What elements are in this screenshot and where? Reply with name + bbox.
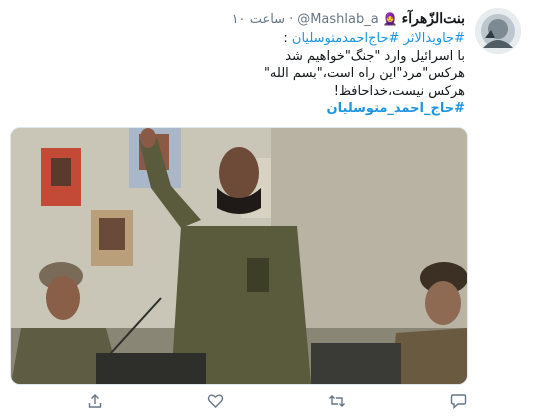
avatar[interactable] <box>475 8 521 54</box>
tweet-line: #حاج_احمد_متوسلیان <box>45 100 465 118</box>
timestamp[interactable]: ۱۰ ساعت <box>232 12 286 27</box>
tweet-line: با اسرائیل وارد "جنگ"خواهیم شد <box>45 48 465 66</box>
user-handle[interactable]: @Mashlab_a <box>297 12 379 27</box>
retweet-icon[interactable] <box>326 390 348 412</box>
text-segment: : <box>283 31 292 46</box>
hashtag-link[interactable]: #حاج_احمد_متوسلیان <box>327 101 465 116</box>
like-icon[interactable] <box>204 390 226 412</box>
tweet-header: بنت‌الزّهرآء 🧕 @Mashlab_a · ۱۰ ساعت <box>232 11 465 27</box>
tweet-line: #جاویدالاثر #حاج‌احمدمتوسلیان : <box>45 30 465 48</box>
text-segment: با اسرائیل وارد "جنگ"خواهیم شد <box>285 48 465 64</box>
hashtag-link[interactable]: #جاویدالاثر <box>404 31 465 46</box>
reply-icon[interactable] <box>447 390 469 412</box>
tweet-card[interactable]: بنت‌الزّهرآء 🧕 @Mashlab_a · ۱۰ ساعت #جاو… <box>0 0 533 418</box>
share-icon[interactable] <box>84 390 106 412</box>
text-segment: هرکس نیست،خداحافظ! <box>333 83 465 99</box>
tweet-text: #جاویدالاثر #حاج‌احمدمتوسلیان : با اسرائ… <box>45 30 465 118</box>
display-name[interactable]: بنت‌الزّهرآء <box>402 11 465 27</box>
tweet-line: هرکس"مرد"این راه است،"بسم الله" <box>45 65 465 83</box>
tweet-photo[interactable] <box>10 127 468 385</box>
hashtag-link[interactable]: #حاج‌احمدمتوسلیان <box>292 31 400 46</box>
tweet-line: هرکس نیست،خداحافظ! <box>45 83 465 101</box>
tweet-actions <box>0 386 533 418</box>
text-segment: هرکس"مرد"این راه است،"بسم الله" <box>263 66 465 81</box>
separator-dot: · <box>289 11 294 27</box>
hijab-emoji-icon: 🧕 <box>382 12 398 26</box>
